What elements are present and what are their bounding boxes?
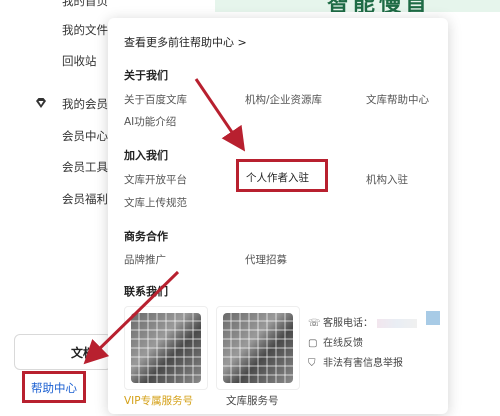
vip-service-qr [124, 306, 208, 390]
blurred-decor [426, 311, 440, 325]
link-about-wenku[interactable]: 关于百度文库 [124, 92, 187, 107]
sidebar-item-member-center[interactable]: 会员中心 [62, 128, 108, 144]
shield-icon: ⛉ [308, 358, 316, 369]
qr-code-icon [131, 313, 201, 383]
link-org-resource[interactable]: 机构/企业资源库 [245, 92, 322, 107]
sidebar-item-member-tools[interactable]: 会员工具 [62, 159, 108, 175]
link-open-platform[interactable]: 文库开放平台 [124, 172, 187, 187]
link-personal-author[interactable]: 个人作者入驻 [246, 170, 309, 185]
section-title-join: 加入我们 [124, 149, 168, 162]
vip-service-caption: VIP专属服务号 [124, 395, 194, 407]
contact-feedback[interactable]: ▢ 在线反馈 [308, 334, 363, 349]
contact-report[interactable]: ⛉ 非法有害信息举报 [308, 354, 403, 369]
feedback-label: 在线反馈 [323, 338, 363, 349]
link-org-join[interactable]: 机构入驻 [366, 172, 408, 187]
sidebar-doc-button[interactable]: 文档 [14, 334, 112, 370]
phone-icon: ☏ [308, 318, 321, 329]
top-banner: 智能慢首 [215, 0, 500, 12]
link-agent-recruit[interactable]: 代理招募 [245, 252, 287, 267]
chat-bubble-icon: ▢ [308, 338, 318, 349]
help-center-label: 帮助中心 [31, 381, 77, 395]
section-title-contact: 联系我们 [124, 285, 168, 298]
link-ai-intro[interactable]: AI功能介绍 [124, 114, 176, 129]
more-help-link[interactable]: 查看更多前往帮助中心 > [124, 34, 247, 50]
sidebar-item-top[interactable]: 我的首页 [62, 0, 108, 9]
section-title-about: 关于我们 [124, 69, 168, 82]
sidebar-item-my-files[interactable]: 我的文件 [62, 22, 108, 38]
help-center-link[interactable]: 帮助中心 [22, 371, 86, 403]
section-title-business: 商务合作 [124, 230, 168, 243]
qr-code-icon [223, 313, 293, 383]
wenku-service-qr [216, 306, 300, 390]
sidebar-item-recycle-bin[interactable]: 回收站 [62, 53, 97, 69]
contact-hotline: ☏ 客服电话： [308, 314, 417, 329]
report-label: 非法有害信息举报 [323, 358, 403, 369]
banner-text: 智能慢首 [327, 0, 431, 12]
link-wenku-help-center[interactable]: 文库帮助中心 [366, 92, 429, 107]
wenku-service-caption: 文库服务号 [226, 395, 279, 407]
blurred-number [377, 318, 417, 328]
hotline-label: 客服电话： [323, 318, 373, 329]
link-upload-rules[interactable]: 文库上传规范 [124, 195, 187, 210]
help-center-popup: 查看更多前往帮助中心 > 关于我们 关于百度文库 机构/企业资源库 文库帮助中心… [108, 18, 448, 414]
link-brand-promo[interactable]: 品牌推广 [124, 252, 166, 267]
sidebar-item-member-benefits[interactable]: 会员福利 [62, 191, 108, 207]
sidebar-doc-button-label: 文档 [71, 346, 96, 360]
sidebar-item-my-membership[interactable]: 我的会员 [62, 96, 108, 112]
diamond-icon [36, 98, 46, 108]
